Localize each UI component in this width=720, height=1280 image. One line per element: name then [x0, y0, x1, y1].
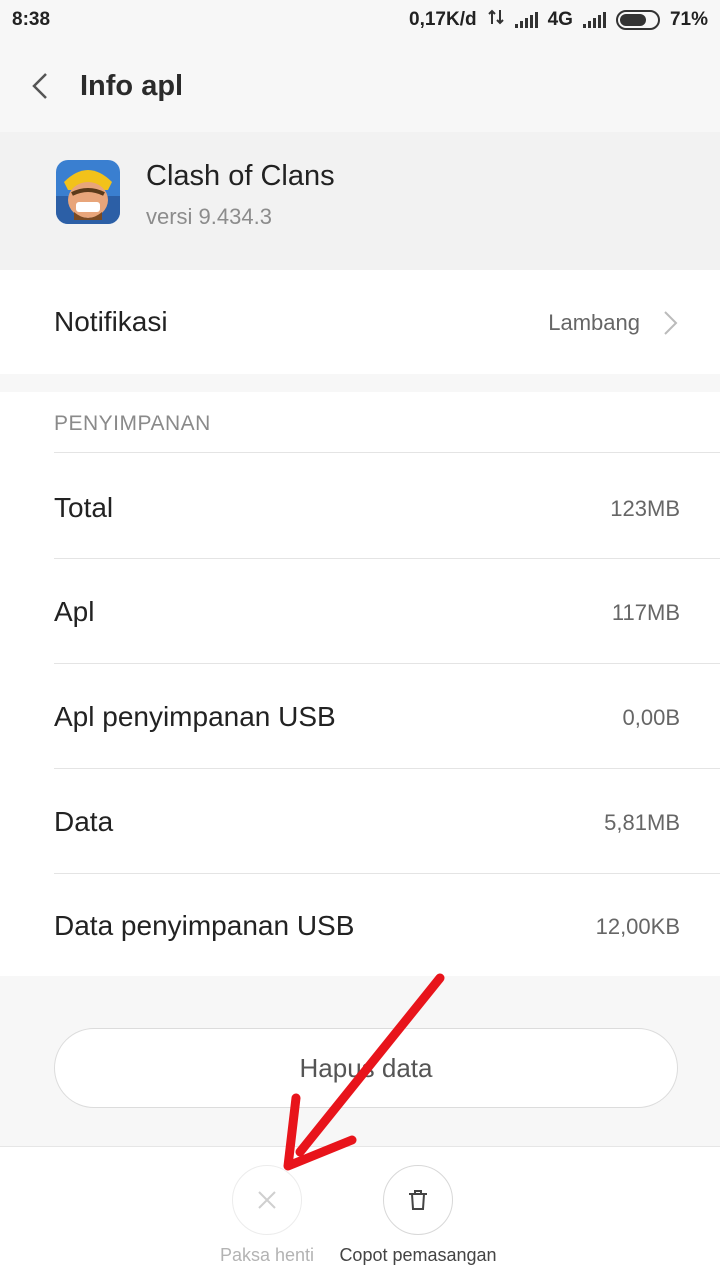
storage-row-label: Total — [54, 492, 114, 523]
storage-row-value: 12,00KB — [595, 914, 680, 939]
app-version: versi 9.434.3 — [146, 204, 272, 229]
notification-row[interactable]: Notifikasi Lambang — [0, 270, 720, 374]
force-stop-button[interactable]: Paksa henti — [214, 1165, 320, 1266]
network-type: 4G — [547, 9, 573, 30]
storage-row-label: Data penyimpanan USB — [54, 910, 355, 941]
uninstall-label: Copot pemasangan — [339, 1245, 497, 1265]
battery-icon — [615, 10, 660, 30]
storage-row-data-usb: Data penyimpanan USB 12,00KB — [0, 874, 720, 979]
divider — [54, 452, 720, 453]
divider — [54, 558, 720, 559]
uninstall-circle — [383, 1165, 453, 1235]
storage-row-label: Apl penyimpanan USB — [54, 701, 336, 732]
page-title: Info apl — [80, 69, 184, 102]
status-time: 8:38 — [12, 9, 51, 30]
chevron-right-icon — [664, 311, 678, 335]
storage-row-value: 5,81MB — [604, 810, 680, 835]
storage-row-data: Data 5,81MB — [0, 770, 720, 875]
force-stop-circle — [232, 1165, 302, 1235]
app-card: Clash of Clans versi 9.434.3 — [0, 132, 720, 270]
chevron-left-icon — [32, 73, 47, 99]
notification-label: Notifikasi — [54, 306, 168, 337]
bottom-action-bar: Paksa henti Copot pemasangan — [0, 1146, 720, 1280]
back-button[interactable] — [0, 40, 80, 132]
storage-row-app-usb: Apl penyimpanan USB 0,00B — [0, 665, 720, 770]
app-name: Clash of Clans — [146, 160, 335, 192]
close-icon — [258, 1191, 276, 1209]
network-speed: 0,17K/d — [409, 9, 477, 30]
notification-value: Lambang — [548, 310, 640, 335]
storage-section: PENYIMPANAN Total 123MB Apl 117MB Apl pe… — [0, 392, 720, 976]
status-icons: 0,17K/d 4G 71% — [409, 8, 708, 32]
trash-icon — [409, 1190, 427, 1210]
storage-row-app: Apl 117MB — [0, 560, 720, 665]
storage-row-label: Apl — [54, 596, 95, 627]
signal-icon-sim1 — [514, 12, 538, 28]
storage-row-value: 0,00B — [622, 705, 681, 730]
app-icon — [56, 160, 120, 224]
app-header: Info apl — [0, 40, 720, 132]
storage-heading: PENYIMPANAN — [54, 412, 211, 435]
battery-percent: 71% — [669, 9, 708, 30]
force-stop-label: Paksa henti — [219, 1245, 315, 1265]
storage-row-total: Total 123MB — [0, 456, 720, 561]
storage-row-value: 123MB — [610, 496, 680, 521]
divider — [54, 768, 720, 769]
storage-row-value: 117MB — [611, 600, 680, 625]
storage-row-label: Data — [54, 806, 114, 837]
data-transfer-icon — [487, 8, 505, 32]
signal-icon-sim2 — [582, 12, 606, 28]
status-bar: 8:38 0,17K/d 4G 71% — [0, 0, 720, 40]
divider — [54, 663, 720, 664]
uninstall-button[interactable]: Copot pemasangan — [330, 1165, 506, 1266]
clear-data-button[interactable]: Hapus data — [54, 1028, 678, 1108]
